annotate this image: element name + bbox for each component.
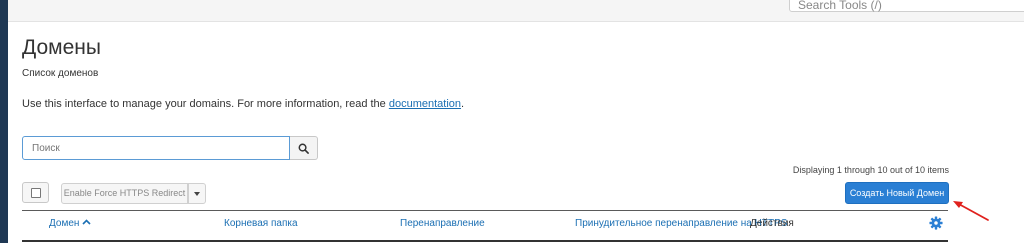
intro-text: Use this interface to manage your domain… xyxy=(22,98,389,110)
top-bar: Search Tools (/) xyxy=(8,0,1024,22)
column-header-redirect[interactable]: Перенаправление xyxy=(400,218,485,229)
caret-down-icon xyxy=(194,191,200,196)
search-button[interactable] xyxy=(290,136,318,160)
column-header-domain[interactable]: Домен xyxy=(49,218,91,229)
domain-search-input[interactable] xyxy=(22,136,290,160)
column-header-actions: Действия xyxy=(750,218,794,229)
force-https-dropdown-toggle[interactable] xyxy=(188,183,206,204)
create-domain-button[interactable]: Создать Новый Домен xyxy=(845,182,949,204)
sidebar-strip xyxy=(0,0,8,243)
page-title: Домены xyxy=(22,36,101,59)
table-top-border xyxy=(22,210,948,211)
select-all-checkbox-button[interactable] xyxy=(22,182,49,203)
search-tools-input[interactable]: Search Tools (/) xyxy=(789,0,1024,12)
intro-paragraph: Use this interface to manage your domain… xyxy=(22,98,464,110)
column-header-root-folder[interactable]: Корневая папка xyxy=(224,218,298,229)
intro-end: . xyxy=(461,98,465,110)
pagination-status: Displaying 1 through 10 out of 10 items xyxy=(792,165,949,175)
red-arrow-icon xyxy=(953,201,989,221)
sort-asc-icon xyxy=(82,219,91,225)
documentation-link[interactable]: documentation xyxy=(389,98,461,110)
select-all-checkbox[interactable] xyxy=(30,187,41,198)
column-header-label: Домен xyxy=(49,218,80,229)
force-https-button[interactable]: Enable Force HTTPS Redirect xyxy=(61,183,188,204)
gear-icon[interactable] xyxy=(929,216,943,230)
page-subtitle: Список доменов xyxy=(22,68,99,79)
table-header-bottom-border xyxy=(22,240,948,242)
search-icon xyxy=(298,143,309,154)
